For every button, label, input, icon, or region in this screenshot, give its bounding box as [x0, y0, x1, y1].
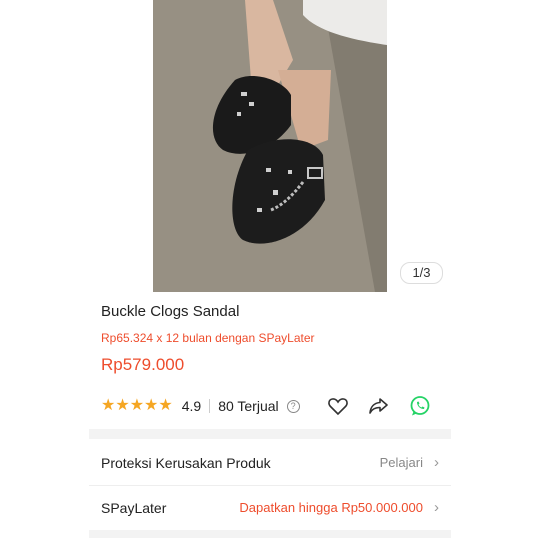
- chevron-right-icon: ›: [434, 454, 439, 471]
- star-icon: ★: [158, 397, 173, 414]
- spaylater-row[interactable]: SPayLater Dapatkan hingga Rp50.000.000 ›: [89, 486, 451, 530]
- product-price: Rp579.000: [101, 355, 185, 374]
- section-gap: [89, 530, 451, 538]
- whatsapp-icon[interactable]: [408, 394, 432, 418]
- image-counter: 1/3: [400, 262, 443, 284]
- product-image[interactable]: [153, 0, 387, 292]
- product-title: Buckle Clogs Sandal: [101, 303, 240, 320]
- heart-icon[interactable]: [326, 394, 350, 418]
- rating-row: ★ ★ ★ ★ ★ 4.9 80 Terjual ?: [101, 396, 300, 416]
- divider: [209, 399, 211, 413]
- sold-count: 80 Terjual: [218, 398, 279, 414]
- chevron-right-icon: ›: [434, 499, 439, 516]
- protection-label: Proteksi Kerusakan Produk: [101, 455, 271, 471]
- spaylater-label: SPayLater: [101, 500, 167, 516]
- help-icon[interactable]: ?: [286, 399, 300, 413]
- star-icon: ★: [115, 397, 130, 414]
- star-icon: ★: [101, 397, 116, 414]
- star-icon: ★: [144, 397, 159, 414]
- spaylater-offer[interactable]: Dapatkan hingga Rp50.000.000: [239, 500, 423, 515]
- installment-text[interactable]: Rp65.324 x 12 bulan dengan SPayLater: [101, 331, 315, 345]
- rating-value: 4.9: [181, 398, 202, 414]
- rating-stars: ★ ★ ★ ★ ★: [101, 398, 173, 414]
- share-icon[interactable]: [367, 394, 391, 418]
- protection-row[interactable]: Proteksi Kerusakan Produk Pelajari ›: [89, 441, 451, 485]
- star-icon: ★: [129, 397, 145, 414]
- protection-action[interactable]: Pelajari: [380, 455, 423, 470]
- section-gap: [89, 429, 451, 439]
